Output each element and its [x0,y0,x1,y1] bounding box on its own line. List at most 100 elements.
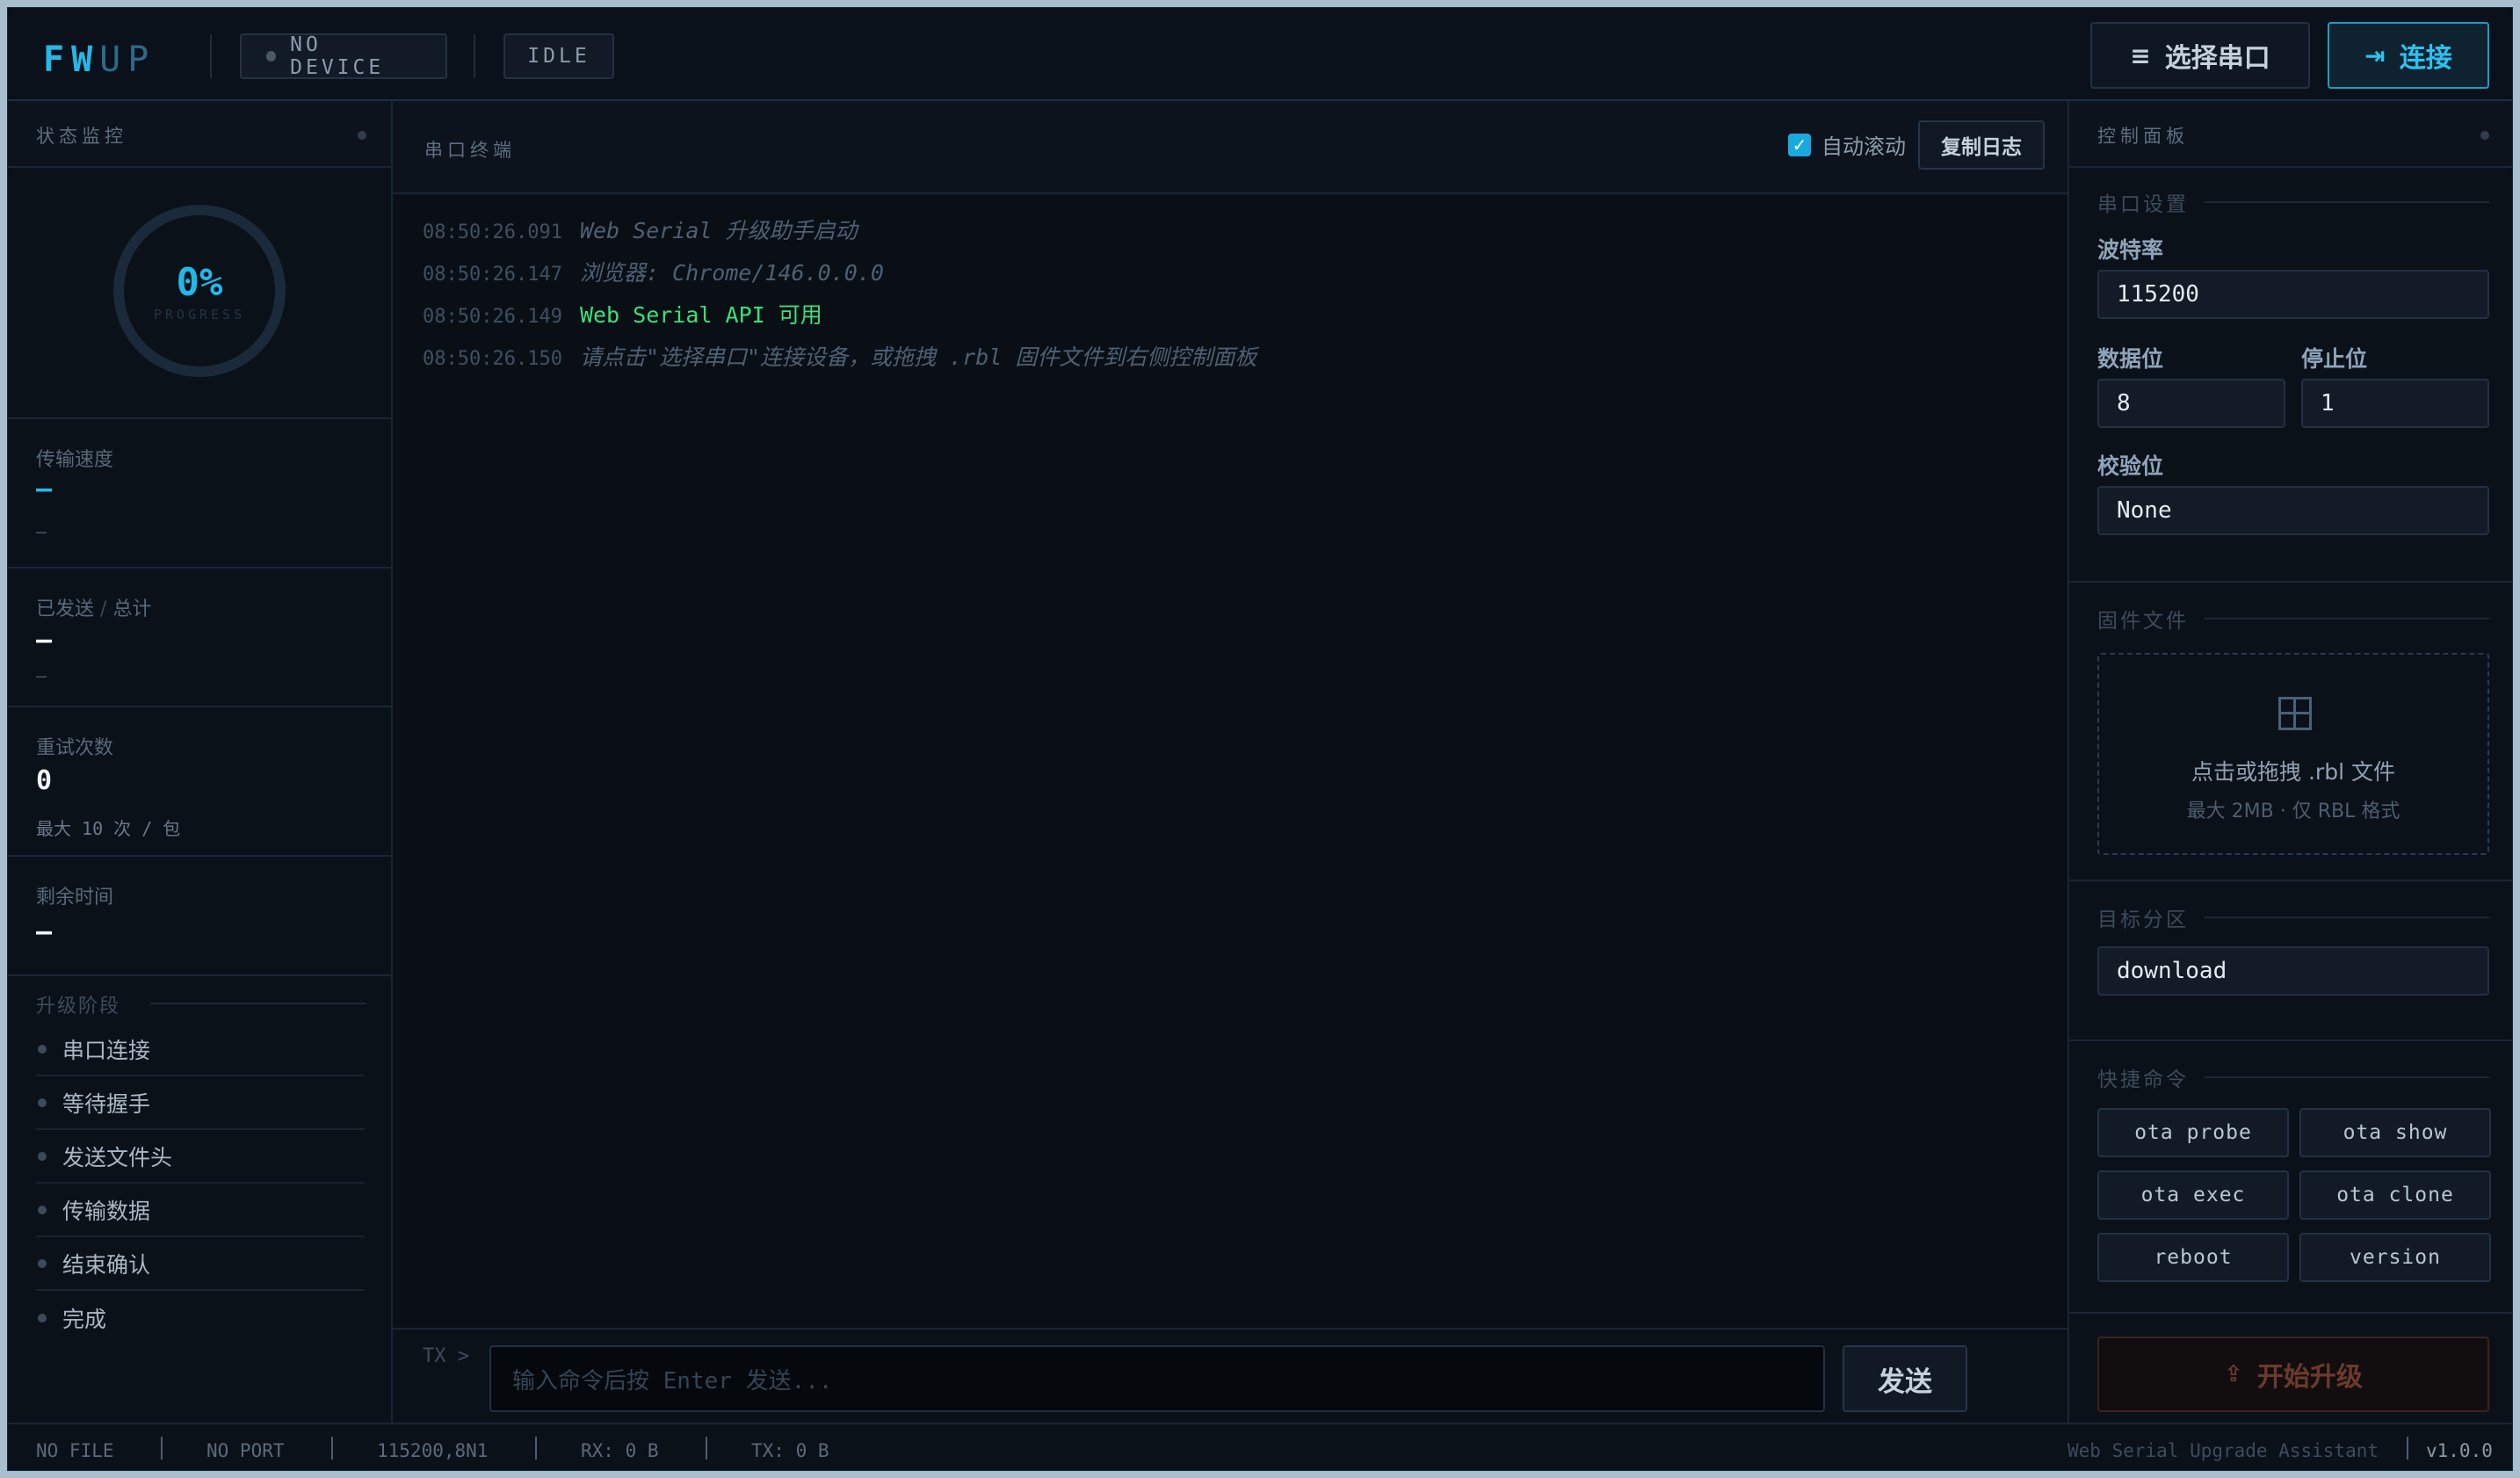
device-status-text: NO DEVICE [290,33,385,79]
baud-rate-label: 波特率 [2097,237,2164,263]
select-port-button[interactable]: ≡ 选择串口 [2090,22,2310,89]
section-line [2205,1076,2489,1078]
serial-terminal-panel: 串口终端 ✓ 自动滚动 复制日志 08:50:26.091 Web Serial … [393,101,2075,1423]
log-message: Web Serial 升级助手启动 [579,218,858,243]
stage-dot [38,1152,47,1161]
status-app-name: Web Serial Upgrade Assistant [2067,1440,2379,1461]
quick-command-button[interactable]: ota show [2299,1108,2491,1157]
send-button[interactable]: 发送 [1843,1345,1967,1412]
log-message: 浏览器: Chrome/146.0.0.0 [579,260,884,286]
baud-rate-select[interactable]: 115200 [2097,270,2489,319]
connect-label: 连接 [2399,43,2452,74]
log-message: 请点击"选择串口"连接设备，或拖拽 .rbl 固件文件到右侧控制面板 [579,344,1257,370]
serial-settings-header: 串口设置 [2097,187,2489,217]
quick-command-button[interactable]: version [2299,1233,2491,1282]
stage-item: 结束确认 [36,1238,365,1291]
data-bits-label: 数据位 [2097,346,2164,372]
log-message: Web Serial API 可用 [579,302,822,328]
tx-prefix: TX > [423,1345,469,1367]
sent-total-sub: — [36,665,47,686]
header-divider [474,34,475,78]
start-upgrade-button[interactable]: ⇪ 开始升级 [2097,1337,2489,1412]
send-label: 发送 [1878,1366,1932,1398]
log-timestamp: 08:50:26.091 [423,221,562,243]
log-timestamp: 08:50:26.147 [423,264,562,286]
stage-dot [38,1045,47,1054]
progress-label: PROGRESS [153,306,246,322]
parity-select[interactable]: None [2097,486,2489,535]
section-divider [2069,1040,2512,1041]
quick-command-button[interactable]: reboot [2097,1233,2289,1282]
section-divider [2069,880,2512,881]
copy-log-button[interactable]: 复制日志 [1918,120,2045,170]
status-version: v1.0.0 [2426,1440,2493,1461]
total-title: 总计 [112,598,152,620]
stage-item: 完成 [36,1292,365,1344]
select-port-label: 选择串口 [2164,43,2270,74]
retry-count-value: 0 [36,765,53,796]
device-status-chip: NO DEVICE [240,33,447,79]
connect-button[interactable]: ⇥ 连接 [2328,22,2489,89]
logo-part-b: UP [99,40,156,80]
quick-command-label: ota clone [2336,1184,2454,1206]
stage-dot [38,1098,47,1107]
app-logo: FWUP [43,40,156,80]
status-port: NO PORT [206,1440,285,1461]
quick-command-button[interactable]: ota probe [2097,1108,2289,1157]
quick-command-button[interactable]: ota clone [2299,1170,2491,1220]
logo-part-a: FW [43,40,100,80]
sent-total-title: 已发送 / 总计 [36,593,151,621]
transfer-speed-title: 传输速度 [36,449,114,471]
copy-log-label: 复制日志 [1941,136,2022,159]
parity-value: None [2117,497,2172,524]
stage-dot [38,1259,47,1268]
status-file: NO FILE [36,1440,114,1461]
quick-command-label: reboot [2154,1246,2233,1269]
progress-value: 0% [176,259,223,305]
log-timestamp: 08:50:26.150 [423,348,562,370]
status-bar: NO FILE NO PORT 115200,8N1 RX: 0 B TX: 0… [8,1423,2512,1470]
transfer-speed-sub: — [36,521,47,542]
menu-icon: ≡ [2130,40,2151,70]
autoscroll-toggle[interactable]: ✓ 自动滚动 [1788,129,1906,160]
upload-icon: ⇪ [2224,1361,2243,1387]
grid-icon [2278,697,2312,730]
transfer-speed-value: — [36,474,53,504]
status-separator [161,1437,163,1460]
header-divider [210,34,212,78]
target-partition-input[interactable]: download [2097,946,2489,996]
control-panel: 控制面板 串口设置 波特率 115200 数据位 8 停止位 1 校验位 Non… [2067,101,2512,1423]
status-rx: RX: 0 B [581,1440,659,1461]
command-bar: TX > 输入命令后按 Enter 发送... 发送 [393,1328,2075,1423]
stage-item: 传输数据 [36,1185,365,1237]
quick-commands-title: 快捷命令 [2097,1069,2189,1091]
stage-item: 等待握手 [36,1077,365,1130]
log-line: 08:50:26.150 请点击"选择串口"连接设备，或拖拽 .rbl 固件文件到… [423,340,1256,372]
control-panel-title: 控制面板 [2097,126,2189,147]
status-monitor-panel: 状态监控 0% PROGRESS 传输速度 — — 已发送 / 总计 — — 重… [8,101,393,1423]
command-input[interactable]: 输入命令后按 Enter 发送... [489,1345,1825,1412]
data-bits-select[interactable]: 8 [2097,379,2285,428]
stop-bits-label: 停止位 [2301,346,2368,372]
stage-label: 完成 [62,1307,107,1332]
retry-count-title: 重试次数 [36,737,114,759]
sent-total-section: 已发送 / 总计 — — [8,567,393,706]
stage-label: 结束确认 [62,1252,151,1278]
progress-ring: 0% PROGRESS [113,205,286,377]
login-icon: ⇥ [2364,40,2386,70]
sent-total-value: — [36,625,53,656]
log-line: 08:50:26.091 Web Serial 升级助手启动 [423,214,858,245]
status-separator [2407,1437,2408,1460]
panel-title: 状态监控 [8,101,391,168]
firmware-drop-zone[interactable]: 点击或拖拽 .rbl 文件 最大 2MB · 仅 RBL 格式 [2097,653,2489,855]
terminal-title: 串口终端 [424,140,516,161]
header: FWUP NO DEVICE IDLE ≡ 选择串口 ⇥ 连接 [8,8,2512,101]
panel-indicator-dot [358,131,366,140]
stage-dot [38,1206,47,1214]
quick-command-button[interactable]: ota exec [2097,1170,2289,1220]
command-input-placeholder: 输入命令后按 Enter 发送... [512,1367,833,1395]
autoscroll-checkbox[interactable]: ✓ [1788,133,1811,156]
stage-label: 等待握手 [62,1091,151,1117]
firmware-header: 固件文件 [2097,604,2489,634]
stop-bits-select[interactable]: 1 [2301,379,2489,428]
